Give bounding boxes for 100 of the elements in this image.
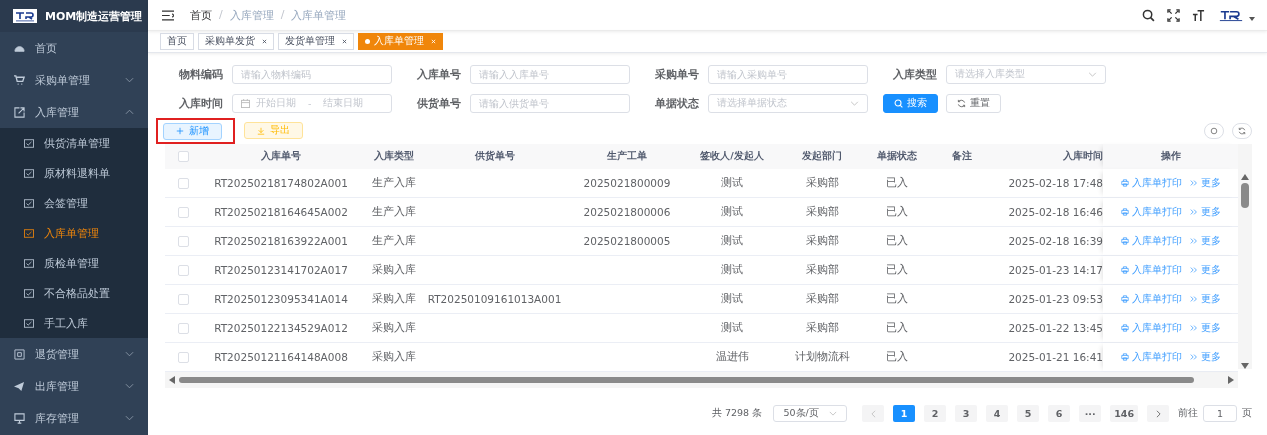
table-cell: 生产入库 xyxy=(372,176,416,190)
table-cell: 已入 xyxy=(886,350,908,364)
reset-button[interactable]: 重置 xyxy=(946,94,1001,113)
submenu-item[interactable]: 不合格品处置 xyxy=(0,278,148,308)
printer-icon xyxy=(1120,266,1129,274)
scroll-up-icon[interactable] xyxy=(1241,174,1249,180)
checkbox-icon xyxy=(24,288,34,298)
font-size-icon[interactable] xyxy=(1192,8,1205,22)
user-logo-icon[interactable] xyxy=(1217,8,1245,22)
scroll-left-icon[interactable] xyxy=(169,376,175,384)
table-cell: 已入 xyxy=(886,292,908,306)
table-cell: 2025-01-23 09:53 xyxy=(1008,293,1103,305)
filter-label: 入库类型 xyxy=(892,67,937,82)
table-cell: 测试 xyxy=(721,234,743,248)
table-cell: 采购入库 xyxy=(372,263,416,277)
more-link[interactable]: 更多 xyxy=(1189,263,1221,277)
chevron-right-icon xyxy=(1155,409,1161,418)
print-link[interactable]: 入库单打印 xyxy=(1120,263,1182,277)
table-cell: 已入 xyxy=(886,234,908,248)
submenu-item[interactable]: 入库单管理 xyxy=(0,218,148,248)
scrollbar-thumb[interactable] xyxy=(1241,183,1249,208)
table-cell: 2025-02-18 16:46 xyxy=(1008,206,1103,218)
column-header: 入库时间 xyxy=(1062,149,1103,163)
scroll-right-icon[interactable] xyxy=(1228,376,1234,384)
close-icon[interactable] xyxy=(342,39,347,44)
refresh-icon xyxy=(957,99,966,108)
add-button[interactable]: 新增 xyxy=(163,122,222,140)
menu-item[interactable]: 退货管理 xyxy=(0,338,148,370)
row-checkbox[interactable] xyxy=(177,177,189,189)
page-size-select[interactable]: 50条/页 xyxy=(773,405,848,422)
printer-icon xyxy=(1120,353,1129,361)
horizontal-scrollbar[interactable] xyxy=(165,372,1238,388)
page-button[interactable]: 6 xyxy=(1048,405,1071,422)
filter-label: 单据状态 xyxy=(654,96,699,111)
print-link[interactable]: 入库单打印 xyxy=(1120,350,1182,364)
double-chevron-icon xyxy=(1189,353,1198,361)
scrollbar-thumb[interactable] xyxy=(179,377,1194,383)
more-link[interactable]: 更多 xyxy=(1189,205,1221,219)
print-link[interactable]: 入库单打印 xyxy=(1120,292,1182,306)
more-link[interactable]: 更多 xyxy=(1189,321,1221,335)
select-all-checkbox[interactable] xyxy=(177,151,189,162)
table-cell: 2025021800005 xyxy=(583,235,671,247)
chevron-icon xyxy=(1088,72,1097,77)
row-checkbox[interactable] xyxy=(177,351,189,363)
table-cell: 测试 xyxy=(721,321,743,335)
submenu-item[interactable]: 手工入库 xyxy=(0,308,148,338)
more-link[interactable]: 更多 xyxy=(1189,176,1221,190)
refresh-button[interactable] xyxy=(1232,122,1252,139)
caret-icon[interactable] xyxy=(1249,17,1255,21)
menu-item[interactable]: 首页 xyxy=(0,32,148,64)
print-link[interactable]: 入库单打印 xyxy=(1120,176,1182,190)
menu-item[interactable]: 出库管理 xyxy=(0,370,148,402)
table-cell: 2025-02-18 16:39 xyxy=(1008,235,1103,247)
row-checkbox[interactable] xyxy=(177,293,189,305)
total-count: 共 7298 条 xyxy=(711,407,763,420)
print-link[interactable]: 入库单打印 xyxy=(1120,205,1182,219)
table-cell: RT20250218163922A001 xyxy=(214,235,348,247)
breadcrumb-item[interactable]: 首页 xyxy=(190,7,212,23)
page-button[interactable]: 4 xyxy=(986,405,1009,422)
vertical-scrollbar[interactable] xyxy=(1238,144,1252,369)
page-number-field[interactable]: 1 xyxy=(1203,405,1237,422)
more-link[interactable]: 更多 xyxy=(1189,350,1221,364)
submenu-item[interactable]: 会签管理 xyxy=(0,188,148,218)
page-button[interactable]: ··· xyxy=(1079,405,1102,422)
page-button[interactable]: 3 xyxy=(955,405,978,422)
menu-item[interactable]: 入库管理 xyxy=(0,96,148,128)
print-link[interactable]: 入库单打印 xyxy=(1120,234,1182,248)
page-tab[interactable]: 首页 xyxy=(160,33,194,50)
double-chevron-icon xyxy=(1189,237,1198,245)
print-link[interactable]: 入库单打印 xyxy=(1120,321,1182,335)
page-tab[interactable]: 采购单发货 xyxy=(198,33,274,50)
row-checkbox[interactable] xyxy=(177,322,189,334)
submenu-item[interactable]: 供货清单管理 xyxy=(0,128,148,158)
page-tab[interactable]: 发货单管理 xyxy=(278,33,354,50)
page-button[interactable]: 5 xyxy=(1017,405,1040,422)
column-header: 入库单号 xyxy=(260,149,302,163)
table-cell: 采购部 xyxy=(805,263,839,277)
page-button[interactable]: 1 xyxy=(893,405,916,422)
table-cell: 测试 xyxy=(721,292,743,306)
page-button[interactable]: 146 xyxy=(1110,405,1138,422)
scroll-down-icon[interactable] xyxy=(1241,363,1249,369)
close-icon[interactable] xyxy=(262,39,267,44)
more-link[interactable]: 更多 xyxy=(1189,234,1221,248)
submenu-item[interactable]: 质检单管理 xyxy=(0,248,148,278)
menu-item[interactable]: 采购单管理 xyxy=(0,64,148,96)
row-checkbox[interactable] xyxy=(177,235,189,247)
search-button[interactable]: 搜索 xyxy=(883,94,938,113)
table-cell: 测试 xyxy=(721,176,743,190)
row-checkbox[interactable] xyxy=(177,264,189,276)
search-icon[interactable] xyxy=(1142,8,1155,22)
page-button[interactable]: 2 xyxy=(924,405,947,422)
menu-item[interactable]: 库存管理 xyxy=(0,402,148,434)
row-checkbox[interactable] xyxy=(177,206,189,218)
search-toggle-button[interactable] xyxy=(1204,122,1224,139)
table-cell: 生产入库 xyxy=(372,234,416,248)
filter-label: 入库时间 xyxy=(178,96,223,111)
submenu-item[interactable]: 原材料退料单 xyxy=(0,158,148,188)
table-cell: 采购部 xyxy=(805,321,839,335)
more-link[interactable]: 更多 xyxy=(1189,292,1221,306)
fullscreen-icon[interactable] xyxy=(1167,8,1180,22)
